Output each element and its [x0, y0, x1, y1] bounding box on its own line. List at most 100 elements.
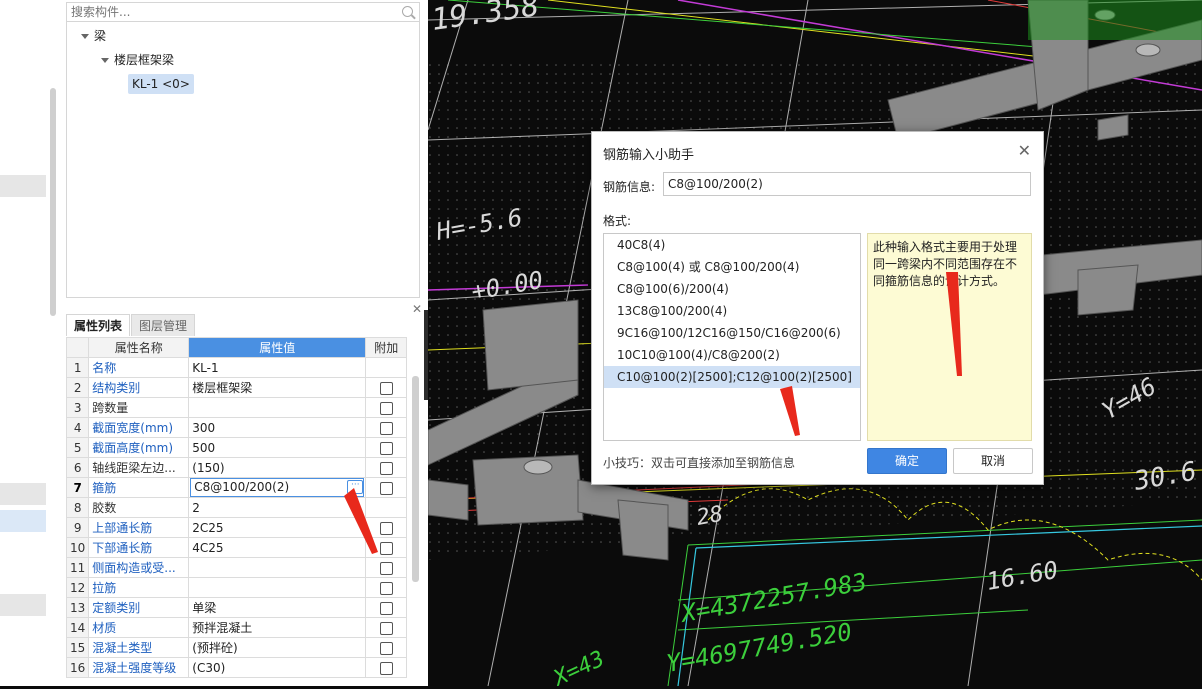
property-value[interactable]: 楼层框架梁: [188, 377, 367, 398]
table-row[interactable]: 3 跨数量: [65, 397, 408, 418]
property-name: 截面宽度(mm): [88, 417, 190, 438]
extra-checkbox[interactable]: [379, 421, 393, 435]
property-value[interactable]: 预拌混凝土: [188, 617, 367, 638]
expand-arrow-icon[interactable]: [101, 57, 109, 63]
extra-checkbox-cell: [365, 637, 408, 658]
extra-checkbox[interactable]: [379, 541, 393, 555]
property-name: 截面高度(mm): [88, 437, 190, 458]
nav-band[interactable]: [0, 175, 46, 197]
search-input[interactable]: [67, 3, 395, 21]
rebar-info-label: 钢筋信息:: [603, 180, 656, 194]
table-row[interactable]: 16 混凝土强度等级 (C30): [65, 657, 408, 678]
extra-checkbox[interactable]: [379, 521, 393, 535]
component-tree: 梁 楼层框架梁 KL-1 <0>: [66, 22, 420, 298]
extra-checkbox-cell: [365, 457, 408, 478]
table-row[interactable]: 1 名称 KL-1: [65, 357, 408, 378]
table-row[interactable]: 15 混凝土类型 (预拌砼): [65, 637, 408, 658]
format-list-item[interactable]: 13C8@100/200(4): [604, 300, 860, 322]
close-icon[interactable]: ✕: [412, 302, 422, 316]
extra-checkbox[interactable]: [379, 481, 393, 495]
property-value[interactable]: [188, 557, 367, 578]
table-row[interactable]: 7 箍筋 C8@100/200(2) ···: [65, 477, 408, 498]
header-property-name[interactable]: 属性名称: [88, 337, 190, 358]
row-index: 16: [65, 657, 90, 678]
extra-checkbox[interactable]: [379, 401, 393, 415]
table-row[interactable]: 4 截面宽度(mm) 300: [65, 417, 408, 438]
row-index: 3: [65, 397, 90, 418]
tree-node-kl1[interactable]: KL-1 <0>: [128, 74, 194, 94]
nav-band[interactable]: [0, 483, 46, 505]
property-name: 轴线距梁左边...: [88, 457, 190, 478]
property-value[interactable]: (C30): [188, 657, 367, 678]
table-row[interactable]: 8 胶数 2: [65, 497, 408, 518]
row-index: 8: [65, 497, 90, 518]
header-extra[interactable]: 附加: [365, 337, 408, 358]
table-row[interactable]: 10 下部通长筋 4C25: [65, 537, 408, 558]
row-index: 12: [65, 577, 90, 598]
property-value[interactable]: 2: [188, 497, 367, 518]
property-value[interactable]: 2C25: [188, 517, 367, 538]
format-list-item[interactable]: 10C10@100(4)/C8@200(2): [604, 344, 860, 366]
table-row[interactable]: 13 定额类别 单梁: [65, 597, 408, 618]
format-list-item[interactable]: C10@100(2)[2500];C12@100(2)[2500]: [604, 366, 860, 388]
extra-checkbox[interactable]: [379, 641, 393, 655]
extra-checkbox[interactable]: [379, 381, 393, 395]
property-value[interactable]: (预拌砼): [188, 637, 367, 658]
table-row[interactable]: 2 结构类别 楼层框架梁: [65, 377, 408, 398]
extra-checkbox[interactable]: [379, 581, 393, 595]
property-value[interactable]: (150): [188, 457, 367, 478]
stirrup-input[interactable]: C8@100/200(2): [190, 478, 365, 497]
tree-node-beam[interactable]: 梁: [81, 26, 106, 46]
format-list-item[interactable]: 9C16@100/12C16@150/C16@200(6): [604, 322, 860, 344]
row-index: 5: [65, 437, 90, 458]
property-value[interactable]: KL-1: [188, 357, 367, 378]
table-row[interactable]: 14 材质 预拌混凝土: [65, 617, 408, 638]
extra-checkbox[interactable]: [379, 621, 393, 635]
property-value[interactable]: [188, 397, 367, 418]
format-list-item[interactable]: C8@100(6)/200(4): [604, 278, 860, 300]
property-value[interactable]: [188, 577, 367, 598]
extra-checkbox[interactable]: [379, 661, 393, 675]
format-list-item[interactable]: 40C8(4): [604, 234, 860, 256]
extra-checkbox-cell: [365, 517, 408, 538]
close-icon[interactable]: ✕: [1018, 141, 1031, 160]
property-value[interactable]: 单梁: [188, 597, 367, 618]
ok-button[interactable]: 确定: [867, 448, 947, 474]
property-scrollbar[interactable]: [412, 376, 419, 582]
left-scrollbar[interactable]: [50, 88, 56, 316]
table-row[interactable]: 12 拉筋: [65, 577, 408, 598]
table-row[interactable]: 11 侧面构造或受...: [65, 557, 408, 578]
tree-node-floor-frame-beam[interactable]: 楼层框架梁: [101, 50, 174, 70]
cancel-button[interactable]: 取消: [953, 448, 1033, 474]
table-row[interactable]: 9 上部通长筋 2C25: [65, 517, 408, 538]
property-value[interactable]: 300: [188, 417, 367, 438]
header-property-value[interactable]: 属性值: [188, 337, 367, 358]
extra-checkbox-cell: [365, 377, 408, 398]
row-index: 14: [65, 617, 90, 638]
property-grid: 属性名称 属性值 附加 1 名称 KL-1 2 结构类别 楼层框架梁 3 跨数量 4 截面宽度(m…: [65, 337, 408, 678]
extra-checkbox[interactable]: [379, 461, 393, 475]
table-row[interactable]: 5 截面高度(mm) 500: [65, 437, 408, 458]
more-options-icon[interactable]: ···: [347, 480, 364, 494]
tab-layer-management[interactable]: 图层管理: [131, 314, 196, 336]
nav-band[interactable]: [0, 594, 46, 616]
extra-checkbox[interactable]: [379, 601, 393, 615]
rebar-info-input[interactable]: C8@100/200(2): [663, 172, 1031, 196]
property-value[interactable]: 500: [188, 437, 367, 458]
extra-checkbox-cell: [365, 397, 408, 418]
extra-checkbox-cell: [365, 497, 408, 518]
nav-band-selected[interactable]: [0, 510, 46, 532]
extra-checkbox-cell: [365, 417, 408, 438]
extra-checkbox[interactable]: [379, 561, 393, 575]
tree-node-label: 楼层框架梁: [114, 53, 175, 67]
property-value-cell[interactable]: C8@100/200(2) ···: [188, 477, 367, 498]
property-value[interactable]: 4C25: [188, 537, 367, 558]
format-list-item[interactable]: C8@100(4) 或 C8@100/200(4): [604, 256, 860, 278]
expand-arrow-icon[interactable]: [81, 33, 89, 39]
extra-checkbox[interactable]: [379, 441, 393, 455]
table-row[interactable]: 6 轴线距梁左边... (150): [65, 457, 408, 478]
tab-property-list[interactable]: 属性列表: [66, 314, 131, 336]
search-icon[interactable]: [402, 6, 413, 17]
row-index: 15: [65, 637, 90, 658]
extra-checkbox-cell: [365, 437, 408, 458]
